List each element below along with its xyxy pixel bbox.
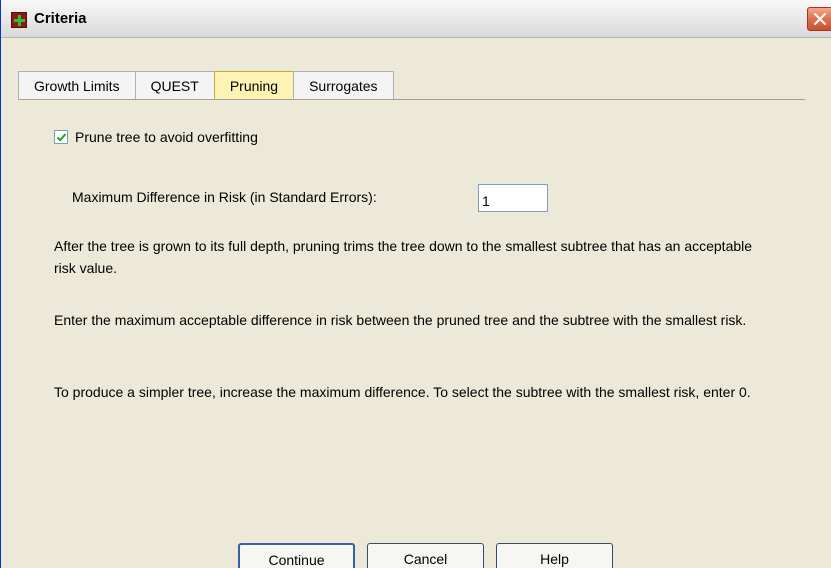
tab-bar: Growth Limits QUEST Pruning Surrogates	[18, 71, 394, 100]
pruning-description: After the tree is grown to its full dept…	[54, 238, 753, 276]
cancel-button[interactable]: Cancel	[367, 543, 484, 568]
max-difference-label: Maximum Difference in Risk (in Standard …	[72, 189, 377, 205]
tab-growth-limits[interactable]: Growth Limits	[18, 71, 136, 100]
prune-tree-option[interactable]: Prune tree to avoid overfitting	[54, 129, 258, 145]
max-difference-input[interactable]	[478, 184, 548, 212]
max-difference-description: Enter the maximum acceptable difference …	[54, 312, 747, 328]
continue-button[interactable]: Continue	[238, 543, 355, 568]
spss-app-icon	[11, 12, 27, 28]
tab-pruning[interactable]: Pruning	[213, 71, 295, 100]
prune-tree-checkbox[interactable]	[54, 130, 68, 144]
prune-tree-label: Prune tree to avoid overfitting	[75, 129, 258, 145]
criteria-dialog: Criteria Growth Limits QUEST Pruning Sur…	[0, 0, 831, 568]
tab-quest[interactable]: QUEST	[134, 71, 215, 100]
simpler-tree-hint: To produce a simpler tree, increase the …	[54, 384, 751, 400]
checkmark-icon	[56, 133, 67, 142]
close-button[interactable]	[807, 7, 831, 31]
tab-divider	[18, 99, 805, 100]
window-title: Criteria	[34, 10, 87, 27]
help-button[interactable]: Help	[496, 543, 613, 568]
close-icon	[814, 13, 826, 25]
tab-surrogates[interactable]: Surrogates	[293, 71, 394, 100]
title-bar[interactable]: Criteria	[1, 0, 831, 38]
